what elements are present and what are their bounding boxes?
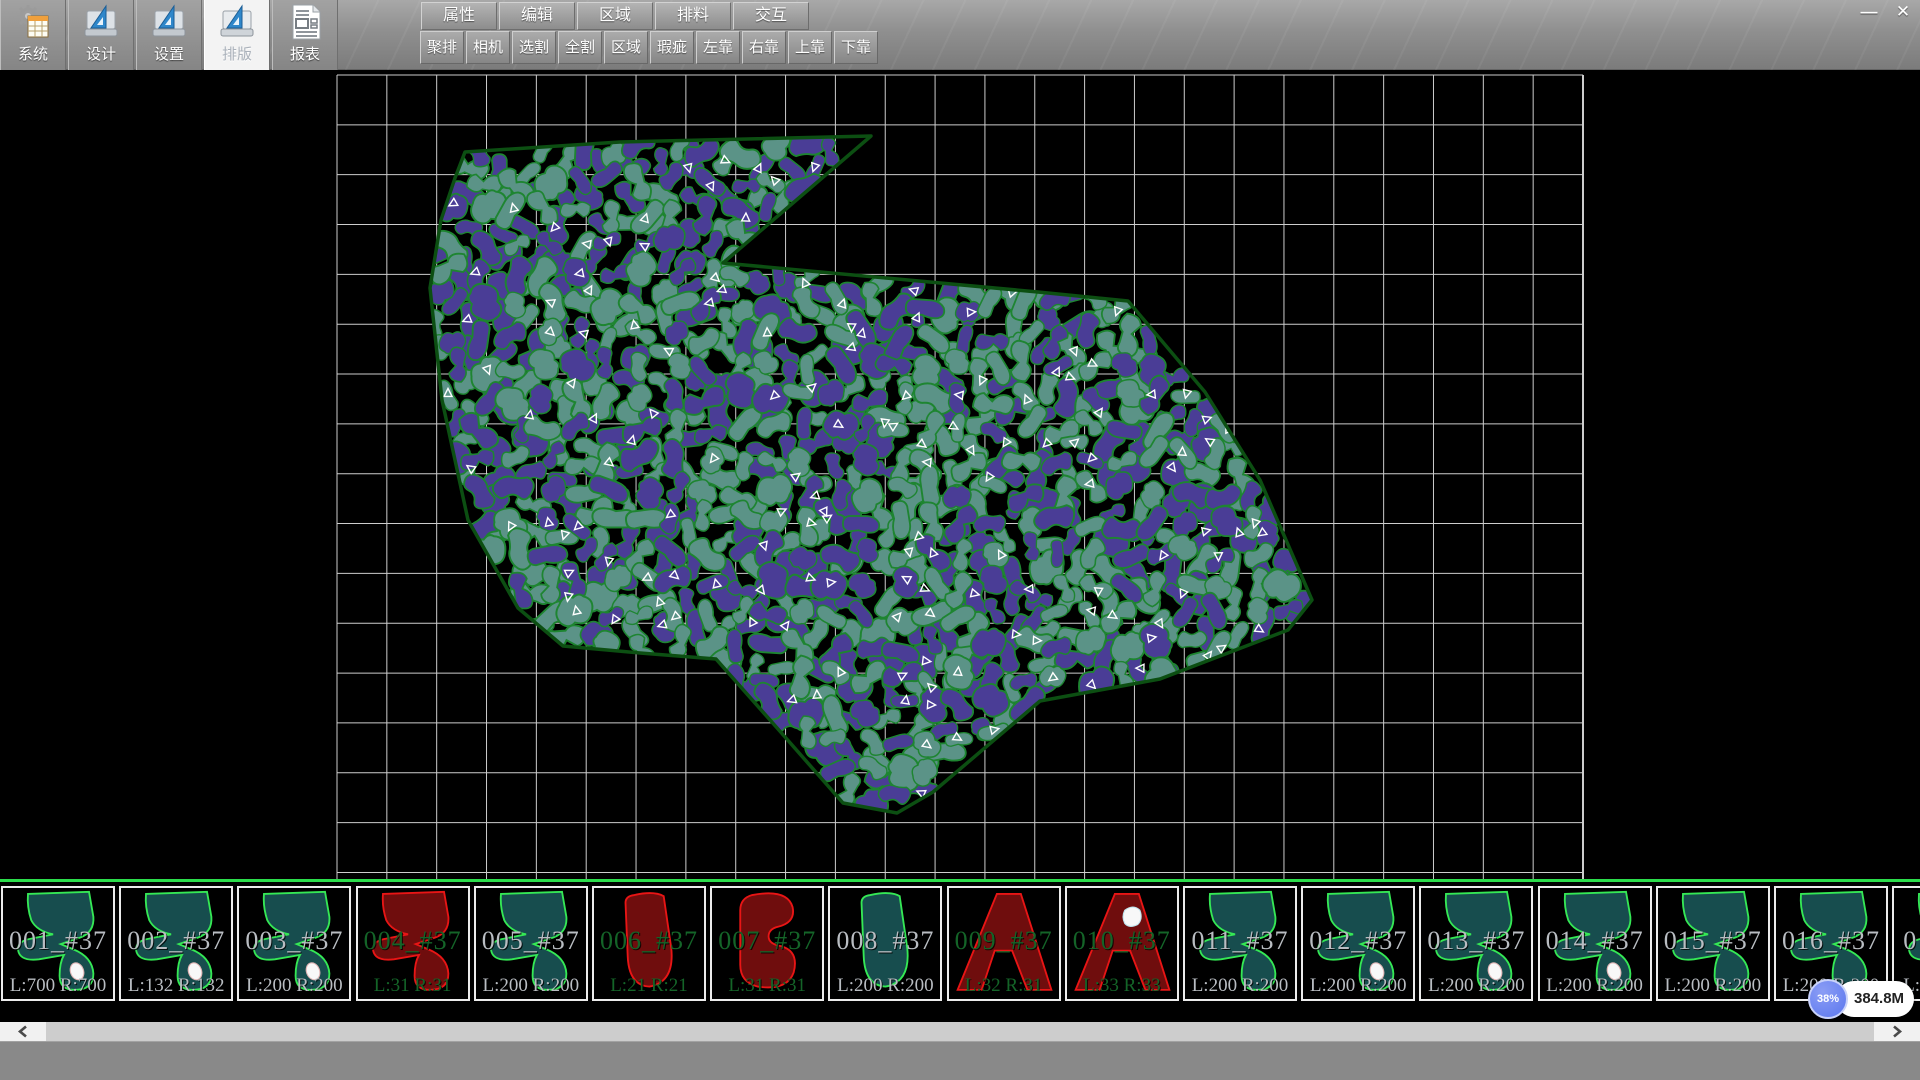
- nav-button-strip: 系统 设计 设置 排版 报表: [0, 0, 340, 70]
- tool-button-cluster-nest[interactable]: 聚排: [420, 31, 464, 64]
- nested-pieces: [417, 121, 1316, 828]
- tab-edit[interactable]: 编辑: [499, 2, 575, 30]
- settings-ruler-icon: [150, 3, 188, 41]
- tab-interact[interactable]: 交互: [733, 2, 809, 30]
- nav-button-label: 报表: [290, 43, 320, 64]
- piece-shape-preview: [595, 888, 704, 998]
- thumbnail-cell[interactable]: 006_#37L:21 R:21: [592, 886, 706, 1001]
- tool-button-snap-right[interactable]: 右靠: [742, 31, 786, 64]
- tool-button-select-cut[interactable]: 选割: [512, 31, 556, 64]
- tool-button-snap-up[interactable]: 上靠: [788, 31, 832, 64]
- system-gear-icon: [14, 3, 52, 41]
- piece-shape-preview: [359, 888, 468, 998]
- thumbnail-cell[interactable]: 014_#37L:200 R:200: [1538, 886, 1652, 1001]
- thumbnail-cell[interactable]: 007_#37L:31 R:31: [710, 886, 824, 1001]
- nav-button-system[interactable]: 系统: [0, 0, 66, 70]
- piece-shape-preview: [831, 888, 940, 998]
- tab-nest[interactable]: 排料: [655, 2, 731, 30]
- minimize-button[interactable]: —: [1854, 0, 1884, 24]
- thumbnail-cell[interactable]: 002_#37L:132 R:132: [119, 886, 233, 1001]
- thumbnail-cell[interactable]: 005_#37L:200 R:200: [474, 886, 588, 1001]
- piece-shape-preview: [240, 888, 349, 998]
- thumbnail-cell[interactable]: 004_#37L:31 R:31: [356, 886, 470, 1001]
- thumbnail-cell[interactable]: 003_#37L:200 R:200: [237, 886, 351, 1001]
- piece-shape-preview: [1068, 888, 1177, 998]
- piece-shape-preview: [1304, 888, 1413, 998]
- status-bar: [0, 1041, 1920, 1080]
- piece-shape-preview: [1541, 888, 1650, 998]
- nav-button-label: 设计: [86, 43, 116, 64]
- nav-button-nesting[interactable]: 排版: [204, 0, 270, 70]
- tool-button-camera[interactable]: 相机: [466, 31, 510, 64]
- tab-properties[interactable]: 属性: [421, 2, 497, 30]
- piece-shape-preview: [1422, 888, 1531, 998]
- scroll-left-button[interactable]: [0, 1022, 46, 1041]
- nav-button-report[interactable]: 报表: [272, 0, 338, 70]
- thumbnail-cell[interactable]: 010_#37L:33 R:33: [1065, 886, 1179, 1001]
- progress-percent-circle: 38%: [1808, 979, 1848, 1019]
- report-page-icon: [286, 3, 324, 41]
- window-controls: — ✕: [1854, 0, 1918, 24]
- piece-shape-preview: [713, 888, 822, 998]
- horizontal-scrollbar[interactable]: [0, 1022, 1920, 1041]
- tool-button-region[interactable]: 区域: [604, 31, 648, 64]
- thumbnail-cell[interactable]: 012_#37L:200 R:200: [1301, 886, 1415, 1001]
- tool-bar: 聚排相机选割全割区域瑕疵左靠右靠上靠下靠: [420, 31, 878, 64]
- piece-shape-preview: [122, 888, 231, 998]
- piece-shape-preview: [1659, 888, 1768, 998]
- thumbnail-cell[interactable]: 011_#37L:200 R:200: [1183, 886, 1297, 1001]
- tab-bar: 属性编辑区域排料交互: [421, 2, 809, 30]
- nesting-ruler-icon: [218, 3, 256, 41]
- thumbnail-cell[interactable]: 009_#37L:32 R:31: [947, 886, 1061, 1001]
- chevron-left-icon: [17, 1025, 29, 1038]
- thumbnail-cell[interactable]: 013_#37L:200 R:200: [1419, 886, 1533, 1001]
- main-toolbar: 系统设计设置排版报表 属性编辑区域排料交互 聚排相机选割全割区域瑕疵左靠右靠上靠…: [0, 0, 1920, 70]
- download-progress-badge[interactable]: 384.8M 38%: [1808, 979, 1920, 1019]
- nav-button-design[interactable]: 设计: [68, 0, 134, 70]
- nesting-workspace-canvas[interactable]: [0, 70, 1920, 879]
- nav-button-settings[interactable]: 设置: [136, 0, 202, 70]
- tool-button-defect[interactable]: 瑕疵: [650, 31, 694, 64]
- tool-button-snap-left[interactable]: 左靠: [696, 31, 740, 64]
- tool-button-snap-down[interactable]: 下靠: [834, 31, 878, 64]
- thumbnail-cell[interactable]: 008_#37L:200 R:200: [828, 886, 942, 1001]
- design-ruler-icon: [82, 3, 120, 41]
- piece-shape-preview: [950, 888, 1059, 998]
- nav-button-label: 排版: [222, 43, 252, 64]
- thumbnail-cell[interactable]: 015_#37L:200 R:200: [1656, 886, 1770, 1001]
- nav-button-label: 设置: [154, 43, 184, 64]
- piece-shape-preview: [477, 888, 586, 998]
- scroll-right-button[interactable]: [1874, 1022, 1920, 1041]
- close-button[interactable]: ✕: [1888, 0, 1918, 24]
- nav-button-label: 系统: [18, 43, 48, 64]
- piece-shape-preview: [4, 888, 113, 998]
- chevron-right-icon: [1891, 1025, 1903, 1038]
- tool-button-cut-all[interactable]: 全割: [558, 31, 602, 64]
- piece-shape-preview: [1186, 888, 1295, 998]
- tab-region[interactable]: 区域: [577, 2, 653, 30]
- thumbnail-strip-separator: [0, 879, 1920, 882]
- thumbnail-cell[interactable]: 001_#37L:700 R:700: [1, 886, 115, 1001]
